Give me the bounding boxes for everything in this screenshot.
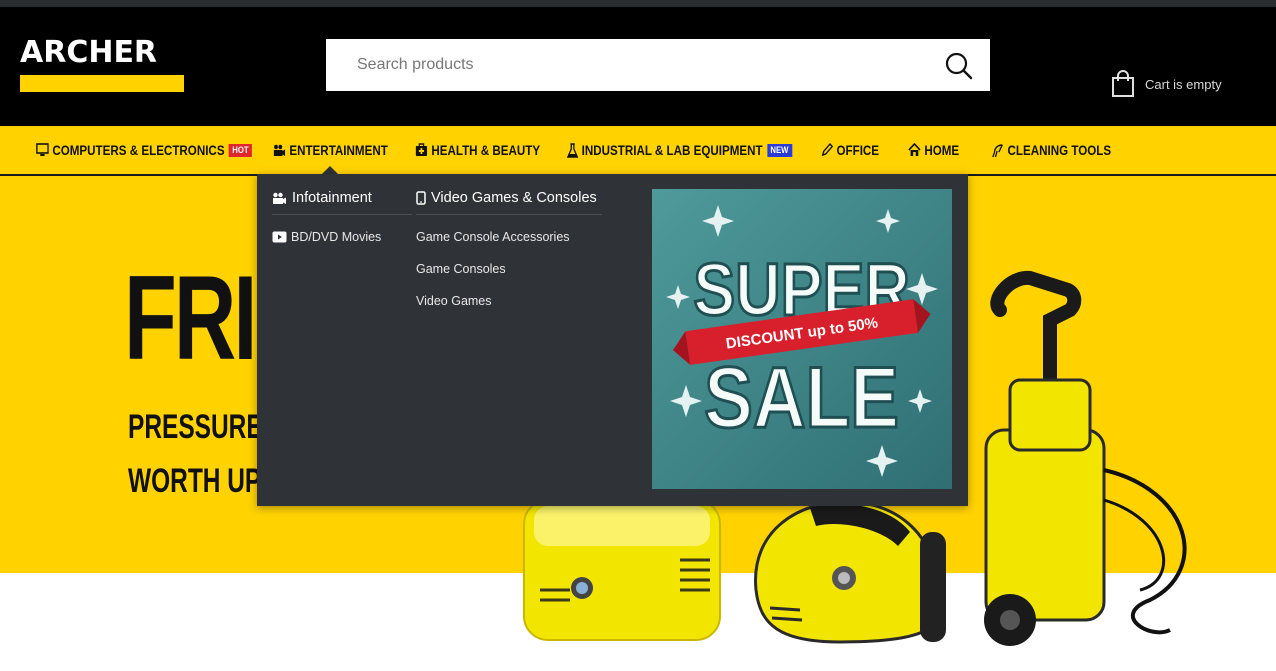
nav-item-home[interactable]: HOME: [908, 126, 959, 174]
menu-link-game-consoles[interactable]: Game Consoles: [416, 253, 602, 285]
nav-item-office[interactable]: OFFICE: [821, 126, 879, 174]
nav-label: HOME: [924, 142, 960, 158]
camera-icon: [273, 192, 286, 204]
pencil-icon: [821, 143, 834, 157]
entertainment-mega-menu: Infotainment BD/DVD Movies Video Games &…: [257, 174, 968, 506]
menu-link-game-console-accessories[interactable]: Game Console Accessories: [416, 221, 602, 253]
nav-label: INDUSTRIAL & LAB EQUIPMENT: [581, 142, 763, 158]
hair-dryer-icon: [992, 143, 1003, 157]
hero-subline-1: PRESSURE: [128, 408, 263, 446]
nav-label: COMPUTERS & ELECTRONICS: [52, 142, 225, 158]
hot-badge: HOT: [228, 143, 253, 157]
mega-column-infotainment: Infotainment BD/DVD Movies: [272, 190, 412, 253]
flask-icon: [567, 142, 579, 158]
camera-icon: [273, 144, 286, 156]
logo-underline-bar: [20, 75, 184, 92]
menu-caret: [322, 166, 338, 174]
archer-logo[interactable]: ARCHER: [20, 34, 184, 92]
monitor-icon: [36, 143, 49, 156]
nav-label: ENTERTAINMENT: [289, 142, 388, 158]
new-badge: NEW: [766, 143, 792, 157]
mega-column-video-games-consoles: Video Games & Consoles Game Console Acce…: [416, 190, 602, 317]
column-heading[interactable]: Video Games & Consoles: [416, 190, 602, 215]
link-label: Game Consoles: [416, 262, 506, 276]
menu-link-bd-dvd-movies[interactable]: BD/DVD Movies: [272, 221, 412, 253]
super-sale-promo-banner[interactable]: SUPER DISCOUNT up to 50% SALE: [652, 189, 952, 489]
top-strip: [0, 0, 1276, 7]
link-label: BD/DVD Movies: [291, 230, 382, 244]
nav-item-cleaning-tools[interactable]: CLEANING TOOLS: [992, 126, 1111, 174]
cart-widget[interactable]: Cart is empty: [1111, 69, 1222, 99]
logo-text: ARCHER: [20, 35, 158, 70]
shopping-bag-icon: [1112, 70, 1134, 97]
play-icon: [272, 231, 287, 243]
main-navigation: COMPUTERS & ELECTRONICS HOT ENTERTAINMEN…: [0, 126, 1276, 176]
first-aid-icon: [415, 143, 428, 156]
cart-status-label: Cart is empty: [1145, 76, 1222, 92]
search-box: [326, 39, 990, 91]
nav-item-industrial-lab-equipment[interactable]: INDUSTRIAL & LAB EQUIPMENT NEW: [567, 126, 792, 174]
phone-icon: [416, 191, 426, 205]
menu-link-video-games[interactable]: Video Games: [416, 285, 602, 317]
nav-label: OFFICE: [836, 142, 880, 158]
column-title: Video Games & Consoles: [431, 190, 597, 206]
house-icon: [908, 143, 921, 156]
hero-headline: FRI: [124, 251, 257, 385]
link-label: Game Console Accessories: [416, 230, 570, 244]
column-heading[interactable]: Infotainment: [272, 190, 412, 215]
link-label: Video Games: [416, 294, 492, 308]
column-title: Infotainment: [292, 190, 372, 206]
nav-label: HEALTH & BEAUTY: [431, 142, 541, 158]
hero-subline-2: WORTH UP: [128, 462, 262, 500]
nav-label: CLEANING TOOLS: [1007, 142, 1112, 158]
nav-item-computers-electronics[interactable]: COMPUTERS & ELECTRONICS HOT: [36, 126, 253, 174]
search-input[interactable]: [326, 39, 957, 91]
promo-title-sale: SALE: [704, 349, 899, 445]
site-header: ARCHER Cart is empty: [0, 7, 1276, 126]
search-icon[interactable]: [944, 51, 974, 81]
nav-item-health-beauty[interactable]: HEALTH & BEAUTY: [415, 126, 540, 174]
